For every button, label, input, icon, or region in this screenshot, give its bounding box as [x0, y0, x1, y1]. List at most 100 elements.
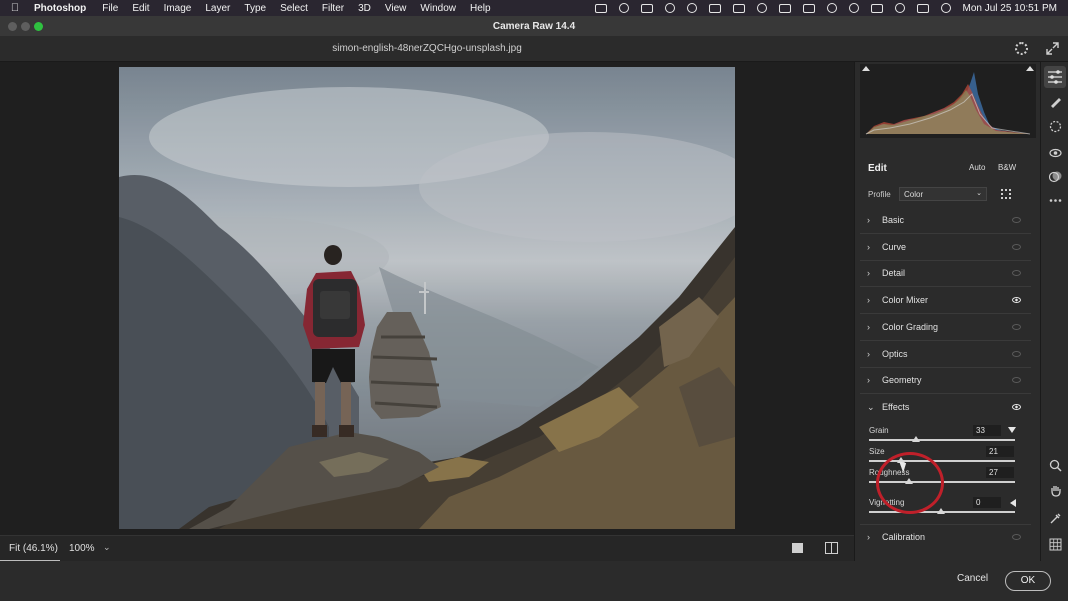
red-eye-icon[interactable]	[1049, 146, 1062, 159]
profile-select[interactable]: Color ⌄	[899, 187, 987, 201]
eye-icon[interactable]	[1012, 377, 1021, 383]
sliders-icon	[1048, 70, 1062, 84]
chevron-right-icon: ›	[867, 268, 870, 278]
section-title: Calibration	[882, 532, 926, 542]
profile-browser-icon[interactable]	[1001, 189, 1011, 199]
file-name-bar: simon-english-48nerZQCHgo-unsplash.jpg	[0, 36, 1068, 62]
section-color-mixer[interactable]: › Color Mixer	[860, 288, 1031, 314]
siri-icon[interactable]	[940, 3, 951, 13]
edit-tool-button[interactable]	[1044, 66, 1066, 88]
profile-select-value: Color	[904, 190, 924, 199]
user-icon[interactable]	[848, 3, 859, 13]
vignetting-expand-icon[interactable]	[1010, 499, 1016, 507]
screen-record-icon[interactable]	[594, 3, 607, 13]
minimize-window-icon[interactable]	[21, 22, 30, 31]
section-basic[interactable]: › Basic	[860, 208, 1031, 234]
grain-value-field[interactable]: 33	[973, 425, 1001, 436]
chevron-down-icon: ⌄	[976, 190, 982, 197]
presets-icon[interactable]	[1049, 170, 1062, 183]
grain-slider[interactable]	[869, 439, 1015, 441]
healing-brush-icon[interactable]	[1049, 95, 1062, 108]
canvas-status-bar: Fit (46.1%) 100% ⌄	[0, 535, 854, 562]
menu-edit[interactable]: Edit	[125, 3, 156, 14]
keyboard-icon[interactable]	[870, 3, 883, 13]
vignetting-value-field[interactable]: 0	[973, 497, 1001, 508]
grain-label: Grain	[869, 426, 889, 435]
eye-icon[interactable]	[1012, 324, 1021, 330]
auto-button[interactable]: Auto	[969, 163, 985, 172]
grain-collapse-icon[interactable]	[1008, 427, 1016, 433]
menu-view[interactable]: View	[378, 3, 414, 14]
eye-icon[interactable]	[1012, 404, 1021, 410]
cancel-button[interactable]: Cancel	[957, 573, 988, 584]
eye-icon[interactable]	[1012, 351, 1021, 357]
hand-tool-icon[interactable]	[1049, 484, 1062, 497]
bluetooth-icon[interactable]	[802, 3, 815, 13]
roughness-value-field[interactable]: 27	[986, 467, 1014, 478]
menu-filter[interactable]: Filter	[315, 3, 351, 14]
black-white-button[interactable]: B&W	[998, 163, 1016, 172]
bookmark-icon[interactable]	[732, 3, 745, 13]
menubar-clock[interactable]: Mon Jul 25 10:51 PM	[957, 3, 1068, 14]
apple-menu-icon[interactable]: 	[0, 2, 30, 14]
eye-icon[interactable]	[1012, 270, 1021, 276]
eye-icon[interactable]	[1012, 217, 1021, 223]
menu-layer[interactable]: Layer	[198, 3, 237, 14]
zoom-window-icon[interactable]	[34, 22, 43, 31]
menu-window[interactable]: Window	[413, 3, 463, 14]
fullscreen-toggle-icon[interactable]	[1046, 42, 1059, 55]
globe-icon[interactable]	[664, 3, 675, 13]
dropbox-icon[interactable]	[640, 3, 653, 13]
more-options-icon[interactable]	[1049, 194, 1062, 207]
settings-gear-icon[interactable]	[1015, 42, 1028, 55]
eye-icon[interactable]	[1012, 297, 1021, 303]
close-window-icon[interactable]	[8, 22, 17, 31]
single-view-icon[interactable]	[792, 543, 803, 553]
search-icon[interactable]	[894, 3, 905, 13]
creative-cloud-icon[interactable]	[618, 3, 629, 13]
grain-slider-thumb[interactable]	[912, 436, 920, 442]
fit-zoom-tab[interactable]: Fit (46.1%)	[0, 536, 60, 562]
photo-preview[interactable]	[119, 67, 735, 529]
section-title: Geometry	[882, 375, 922, 385]
eye-icon[interactable]	[1012, 534, 1021, 540]
grid-icon[interactable]	[778, 3, 791, 13]
eye-icon[interactable]	[1012, 244, 1021, 250]
arc-icon[interactable]	[756, 3, 767, 13]
vignetting-slider-thumb[interactable]	[937, 508, 945, 514]
section-geometry[interactable]: › Geometry	[860, 368, 1031, 394]
before-after-view-icon[interactable]	[825, 542, 838, 554]
menu-image[interactable]: Image	[157, 3, 199, 14]
menu-help[interactable]: Help	[463, 3, 498, 14]
wifi-icon[interactable]	[826, 3, 837, 13]
image-canvas[interactable]	[0, 62, 854, 535]
app-menu[interactable]: Photoshop	[30, 3, 95, 14]
section-curve[interactable]: › Curve	[860, 235, 1031, 261]
section-calibration[interactable]: › Calibration	[860, 524, 1031, 550]
profile-row: Profile Color ⌄	[855, 186, 1041, 204]
section-optics[interactable]: › Optics	[860, 342, 1031, 368]
section-title: Color Mixer	[882, 295, 929, 305]
zoom-tool-icon[interactable]	[1049, 459, 1062, 472]
masking-icon[interactable]	[1049, 120, 1062, 133]
section-title: Detail	[882, 268, 906, 278]
size-value-field[interactable]: 21	[986, 446, 1014, 457]
menu-select[interactable]: Select	[273, 3, 315, 14]
menu-file[interactable]: File	[95, 3, 125, 14]
sync-icon[interactable]	[686, 3, 697, 13]
section-title: Basic	[882, 215, 905, 225]
cast-icon[interactable]	[708, 3, 721, 13]
section-detail[interactable]: › Detail	[860, 261, 1031, 287]
ok-button[interactable]: OK	[1005, 571, 1051, 591]
grid-overlay-icon[interactable]	[1049, 538, 1062, 551]
control-center-icon[interactable]	[916, 3, 929, 13]
chevron-right-icon: ›	[867, 215, 870, 225]
zoom-dropdown-icon[interactable]: ⌄	[103, 542, 111, 553]
edit-header: Edit Auto B&W	[855, 158, 1041, 178]
menu-type[interactable]: Type	[237, 3, 273, 14]
eyedropper-icon[interactable]	[1049, 512, 1062, 525]
section-color-grading[interactable]: › Color Grading	[860, 315, 1031, 341]
zoom-level[interactable]: 100%	[69, 543, 95, 554]
menu-3d[interactable]: 3D	[351, 3, 378, 14]
section-effects[interactable]: ⌄ Effects	[860, 395, 1031, 421]
